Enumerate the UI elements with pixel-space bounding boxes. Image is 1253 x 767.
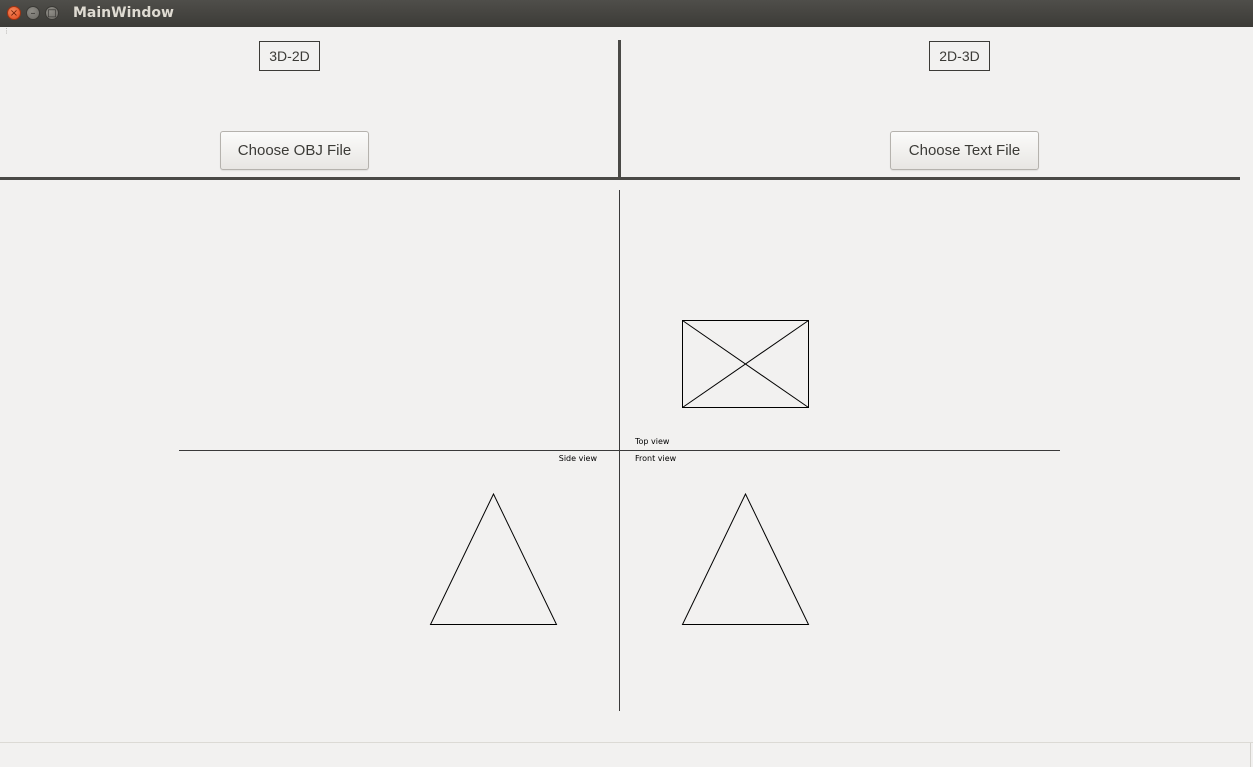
side-view-shape	[429, 492, 558, 625]
mode-label-2d-3d: 2D-3D	[929, 41, 990, 71]
maximize-icon[interactable]: □	[45, 6, 59, 20]
front-view-label: Front view	[635, 454, 677, 463]
minimize-icon[interactable]: –	[26, 6, 40, 20]
side-view-label: Side view	[559, 454, 598, 463]
title-bar: × – □ MainWindow	[0, 0, 1253, 27]
toolbar-grip-icon[interactable]: ⋮	[3, 28, 10, 38]
top-view-label: Top view	[634, 437, 670, 446]
choose-text-file-button[interactable]: Choose Text File	[890, 131, 1039, 170]
close-icon[interactable]: ×	[7, 6, 21, 20]
front-view-shape	[681, 492, 810, 625]
choose-obj-file-button[interactable]: Choose OBJ File	[220, 131, 369, 170]
panel-divider-vertical	[618, 40, 621, 179]
top-view-shape	[682, 320, 809, 408]
status-bar	[0, 742, 1253, 767]
window-title: MainWindow	[73, 5, 174, 21]
size-grip[interactable]	[1250, 743, 1251, 767]
projection-canvas: Top view Side view Front view	[179, 190, 1060, 711]
mode-label-3d-2d: 3D-2D	[259, 41, 320, 71]
